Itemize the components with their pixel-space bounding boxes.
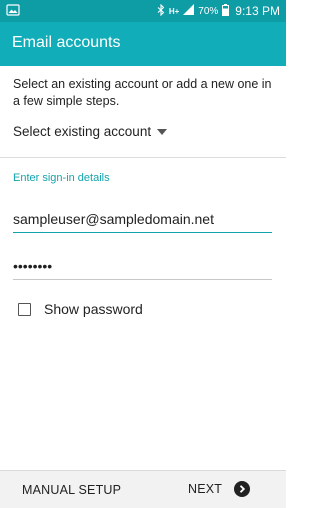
divider	[0, 157, 286, 158]
signal-icon	[183, 4, 195, 18]
network-h-icon: H+	[168, 6, 180, 16]
chevron-right-circle-icon	[234, 481, 251, 497]
status-icons: H+ 70% 9:13 PM	[157, 0, 280, 22]
next-button[interactable]: NEXT	[188, 480, 251, 498]
show-password-checkbox[interactable]	[18, 302, 31, 316]
battery-percent: 70%	[198, 5, 219, 17]
battery-icon	[222, 3, 230, 19]
status-time: 9:13 PM	[235, 4, 280, 18]
sign-in-section-label: Enter sign-in details	[13, 172, 110, 184]
bluetooth-icon	[157, 3, 165, 19]
page-title: Email accounts	[12, 34, 121, 51]
show-password-label: Show password	[44, 301, 143, 317]
dropdown-caret-icon	[157, 128, 168, 135]
bottom-bar: MANUAL SETUP NEXT	[0, 470, 286, 508]
select-existing-account-label: Select existing account	[13, 123, 152, 139]
select-existing-account-dropdown[interactable]: Select existing account	[13, 122, 168, 140]
next-label: NEXT	[188, 482, 223, 496]
manual-setup-button[interactable]: MANUAL SETUP	[22, 483, 121, 497]
intro-text: Select an existing account or add a new …	[13, 77, 272, 108]
status-bar: H+ 70% 9:13 PM	[0, 0, 286, 22]
app-bar: Email accounts	[0, 22, 286, 66]
image-icon	[6, 3, 20, 21]
email-field[interactable]	[13, 205, 272, 233]
show-password-toggle[interactable]: Show password	[18, 300, 143, 318]
password-field[interactable]	[13, 252, 272, 280]
